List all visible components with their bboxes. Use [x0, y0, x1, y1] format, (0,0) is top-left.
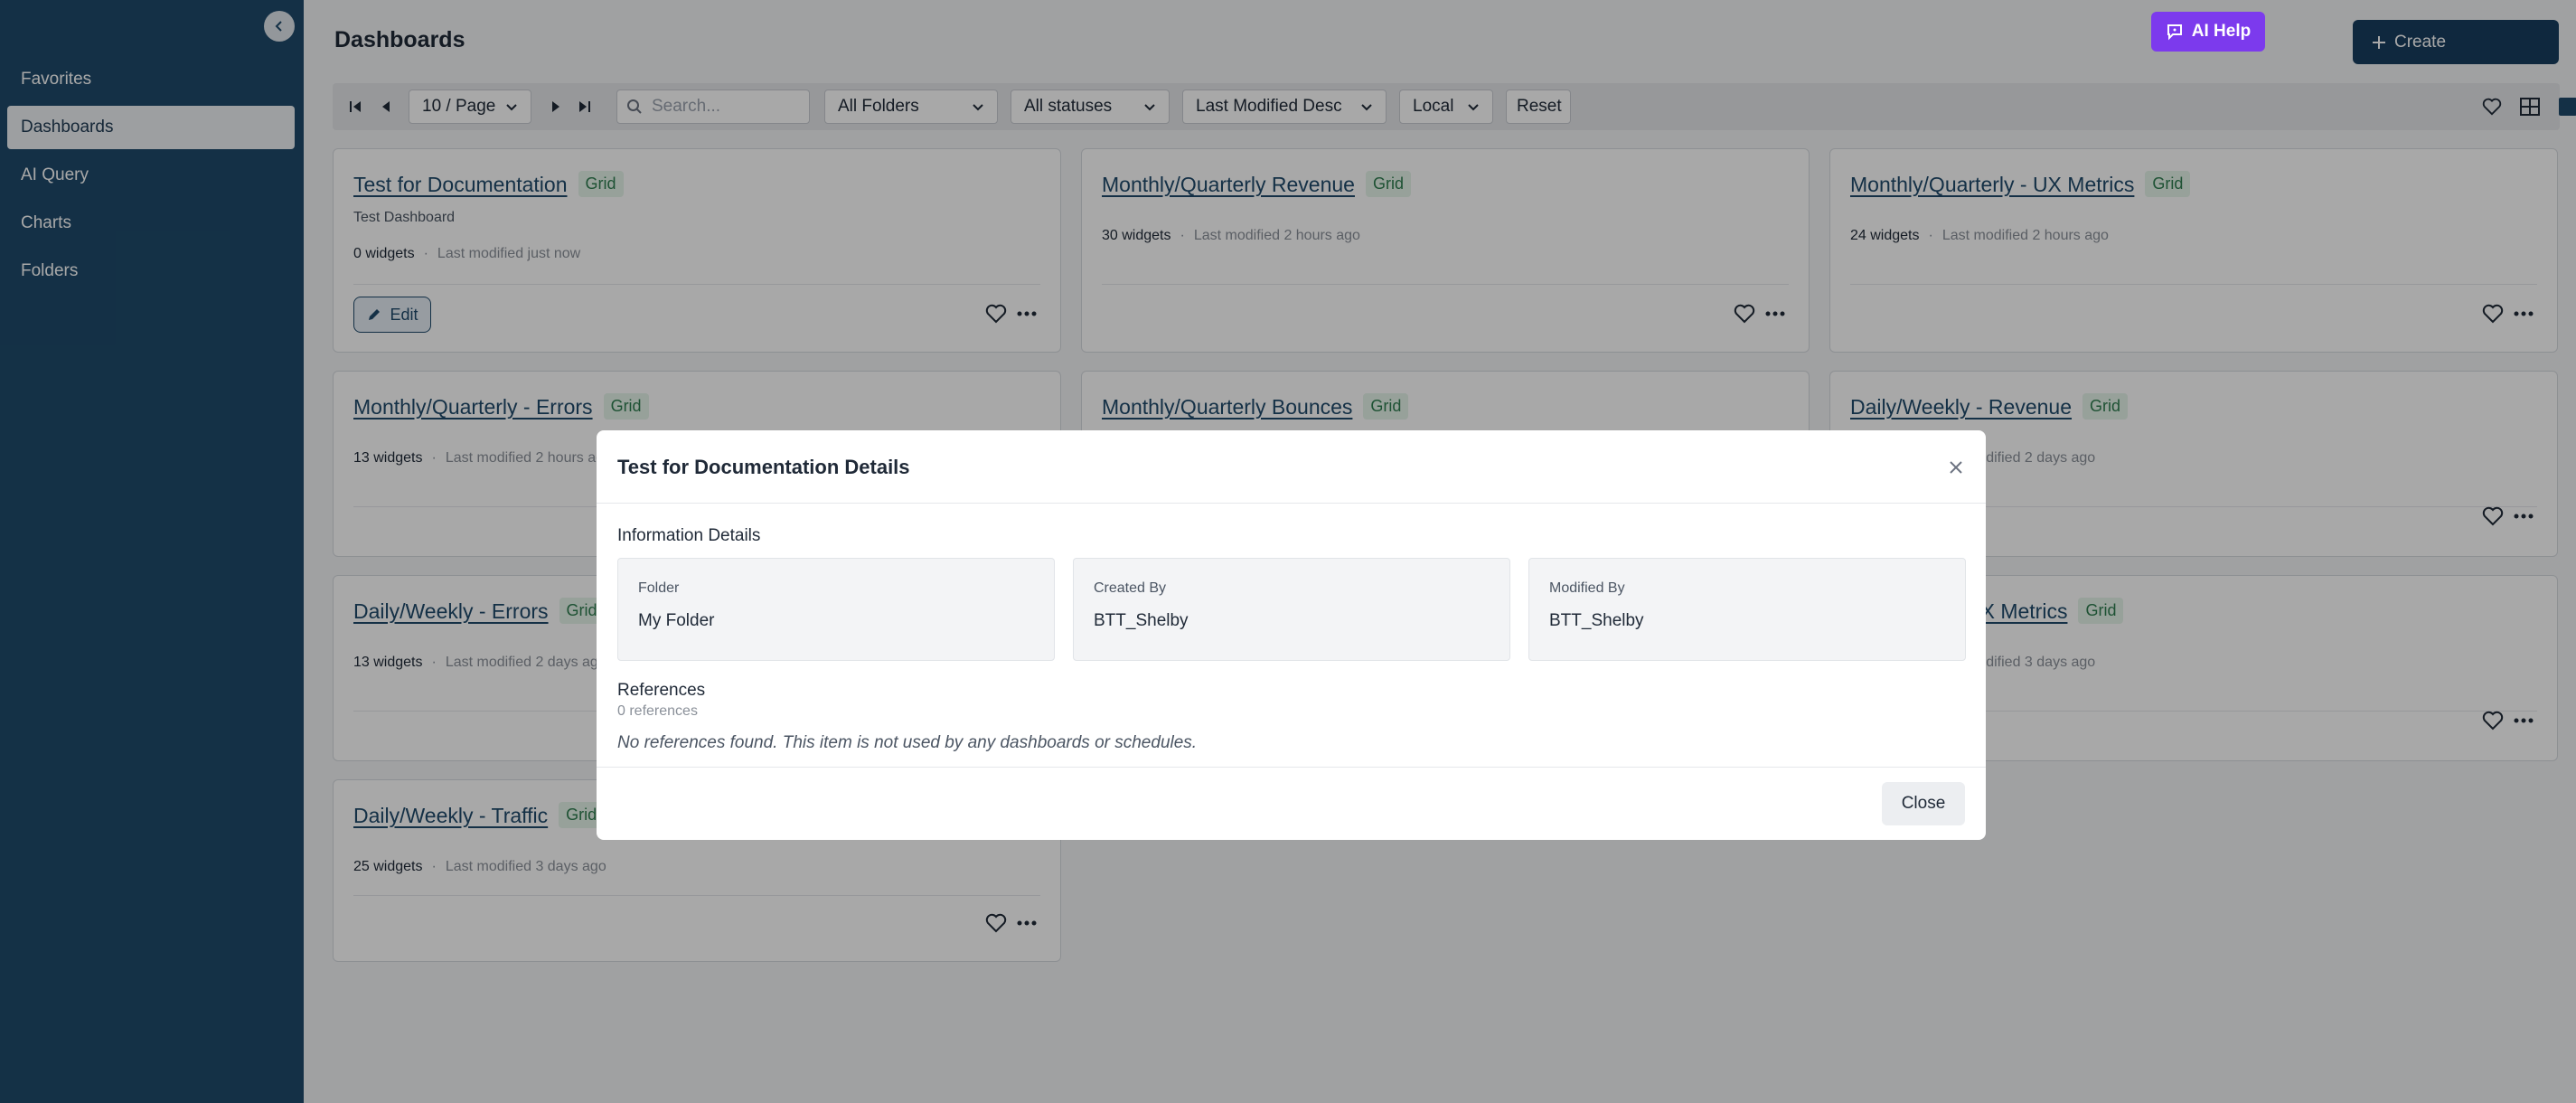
- chat-bubble-icon: [2167, 24, 2182, 41]
- modal-footer-divider: [597, 767, 1986, 768]
- folder-label: Folder: [638, 580, 680, 596]
- information-details-heading: Information Details: [617, 526, 761, 545]
- references-count: 0 references: [617, 703, 698, 719]
- folder-info-box: Folder My Folder: [617, 558, 1055, 661]
- modified-by-label: Modified By: [1549, 580, 1625, 596]
- close-icon[interactable]: [1946, 457, 1966, 477]
- modal-title: Test for Documentation Details: [617, 456, 910, 478]
- close-button[interactable]: Close: [1882, 782, 1965, 825]
- modified-by-value: BTT_Shelby: [1549, 611, 1644, 630]
- created-by-info-box: Created By BTT_Shelby: [1073, 558, 1510, 661]
- modal-header-divider: [597, 503, 1986, 504]
- created-by-value: BTT_Shelby: [1094, 611, 1189, 630]
- details-modal: Test for Documentation Details Informati…: [597, 430, 1986, 840]
- folder-value: My Folder: [638, 611, 715, 630]
- ai-help-label: AI Help: [2191, 22, 2252, 41]
- ai-help-button[interactable]: AI Help: [2151, 12, 2265, 52]
- created-by-label: Created By: [1094, 580, 1167, 596]
- modified-by-info-box: Modified By BTT_Shelby: [1528, 558, 1966, 661]
- references-empty-message: No references found. This item is not us…: [617, 733, 1198, 752]
- references-heading: References: [617, 681, 706, 700]
